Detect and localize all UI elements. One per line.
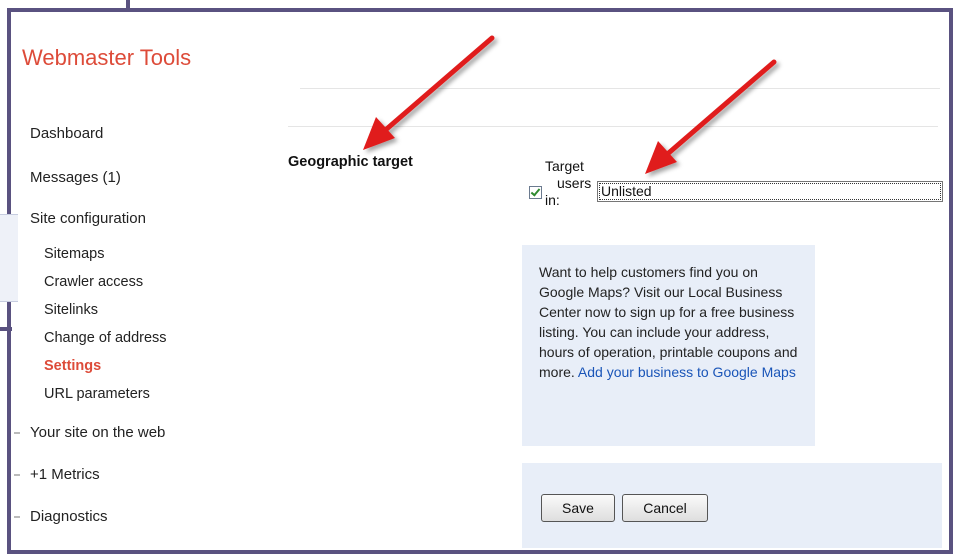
red-arrow-icon [363,35,495,150]
red-arrow-icon [645,59,777,174]
annotation-arrows [363,35,777,174]
